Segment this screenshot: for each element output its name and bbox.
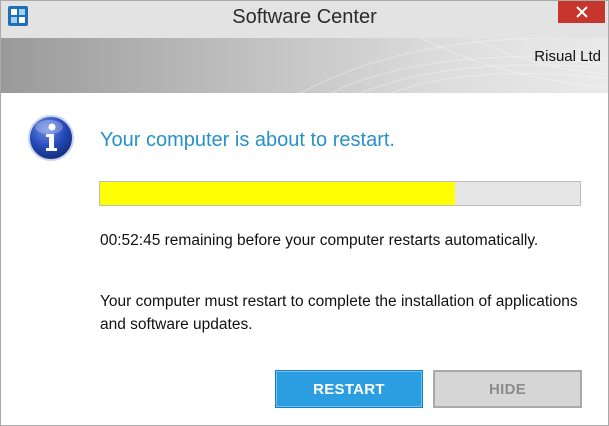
organization-name: Risual Ltd [534,48,601,65]
window-title: Software Center [232,6,377,28]
banner-pattern [300,38,608,93]
progress-fill [100,182,456,205]
restart-detail-text: Your computer must restart to complete t… [100,293,578,333]
title-bar[interactable]: Software Center [1,1,608,38]
close-icon [575,6,588,18]
restart-progress-bar [99,181,581,206]
countdown-text: 00:52:45 remaining before your computer … [100,232,539,249]
restart-button[interactable]: RESTART [275,370,423,408]
restart-headline: Your computer is about to restart. [100,129,395,151]
organization-banner: Risual Ltd [1,38,608,93]
info-icon [27,114,75,162]
close-button[interactable] [558,1,605,23]
software-center-dialog: Software Center Risual Ltd Your computer… [0,0,609,426]
hide-button[interactable]: HIDE [433,370,582,408]
